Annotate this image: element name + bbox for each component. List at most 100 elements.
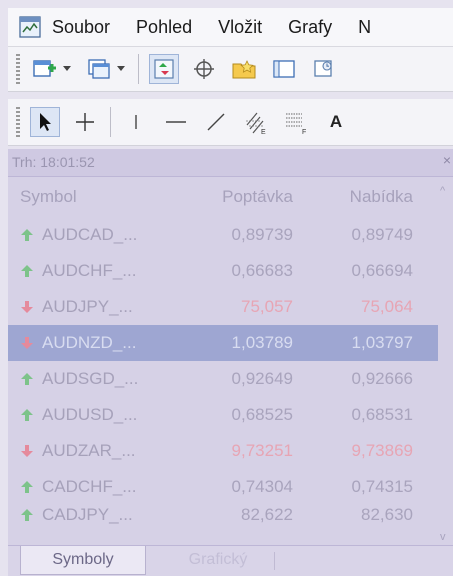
new-chart-icon[interactable] [30,54,60,84]
ask-value: 75,064 [361,297,413,316]
bid-value: 75,057 [241,297,293,316]
menu-more[interactable]: N [358,17,371,38]
ask-value: 0,89749 [351,225,413,244]
toolbar-separator [110,107,111,137]
arrow-up-icon [21,509,33,521]
tab-divider [274,552,275,570]
profiles-dropdown-icon[interactable] [116,66,126,72]
market-watch-icon[interactable] [149,54,179,84]
symbol-name: AUDZAR_... [42,441,136,460]
arrow-up-icon [21,229,33,241]
tab-tick-chart[interactable]: Grafický [158,546,278,574]
cursor-arrow-icon[interactable] [30,107,60,137]
symbol-name: AUDJPY_... [42,297,133,316]
navigator-folder-icon[interactable] [229,54,259,84]
column-header-ask[interactable]: Nabídka [293,187,413,207]
arrow-down-icon [21,337,33,349]
bid-value: 0,68525 [231,405,293,424]
svg-text:E: E [261,129,266,135]
new-chart-dropdown-icon[interactable] [62,66,72,72]
arrow-up-icon [21,481,33,493]
ask-value: 9,73869 [351,441,413,460]
toolbar-grip[interactable] [16,54,20,84]
crosshair-target-icon[interactable] [189,54,219,84]
terminal-window: Soubor Pohled Vložit Grafy N E F A Trh: … [0,0,453,576]
ask-value: 0,92666 [351,369,413,388]
horizontal-line-icon[interactable] [161,107,191,137]
arrow-up-icon [21,409,33,421]
tab-symbols[interactable]: Symboly [20,546,146,575]
toolbar-separator [138,54,139,84]
symbol-name: AUDCHF_... [42,261,137,280]
symbol-name: CADCHF_... [42,477,137,496]
menu-insert[interactable]: Vložit [218,17,262,38]
symbol-cell: AUDZAR_... [8,441,188,461]
symbol-name: AUDNZD_... [42,333,137,352]
symbol-name: AUDUSD_... [42,405,138,424]
vertical-line-icon[interactable] [121,107,151,137]
table-row[interactable]: AUDJPY_... 75,057 75,064 [8,289,438,325]
bid-value: 0,74304 [231,477,293,496]
crosshair-icon[interactable] [70,107,100,137]
symbol-name: AUDSGD_... [42,369,139,388]
table-body: AUDCAD_... 0,89739 0,89749 AUDCHF_... 0,6668… [8,217,438,505]
standard-toolbar [8,47,453,92]
bid-value: 9,73251 [231,441,293,460]
symbol-cell: CADJPY_... [8,505,188,525]
symbol-cell: AUDSGD_... [8,369,188,389]
table-row[interactable]: AUDCAD_... 0,89739 0,89749 [8,217,438,253]
ask-value: 82,630 [361,505,413,524]
table-row[interactable]: AUDCHF_... 0,66683 0,66694 [8,253,438,289]
menu-view[interactable]: Pohled [136,17,192,38]
table-row[interactable]: AUDZAR_... 9,73251 9,73869 [8,433,438,469]
table-row-partial[interactable]: CADJPY_... 82,622 82,630 [8,505,438,525]
strategy-tester-icon[interactable] [309,54,339,84]
symbol-name: CADJPY_... [42,505,133,524]
terminal-window-icon[interactable] [269,54,299,84]
ask-value: 1,03797 [351,333,413,352]
arrow-up-icon [21,265,33,277]
arrow-up-icon [21,373,33,385]
profiles-icon[interactable] [84,54,114,84]
bid-value: 0,89739 [231,225,293,244]
market-watch-panel: Trh: 18:01:52 × Symbol Poptávka Nabídka … [8,149,453,576]
market-watch-title: Trh: 18:01:52 [12,154,95,170]
ask-value: 0,66694 [351,261,413,280]
menu-charts[interactable]: Grafy [288,17,332,38]
symbol-name: AUDCAD_... [42,225,138,244]
table-row[interactable]: AUDUSD_... 0,68525 0,68531 [8,397,438,433]
vertical-scrollbar[interactable]: ^ v [438,177,453,549]
fibonacci-icon[interactable]: F [281,107,311,137]
symbols-table: Symbol Poptávka Nabídka AUDCAD_... 0,8973… [8,177,438,525]
symbol-cell: AUDNZD_... [8,333,188,353]
scroll-up-icon[interactable]: ^ [440,185,445,197]
text-tool-icon[interactable]: A [321,107,351,137]
bid-value: 0,66683 [231,261,293,280]
line-studies-toolbar: E F A [8,99,453,146]
trendline-icon[interactable] [201,107,231,137]
symbol-cell: AUDJPY_... [8,297,188,317]
symbol-cell: AUDCAD_... [8,225,188,245]
bid-value: 0,92649 [231,369,293,388]
arrow-down-icon [21,301,33,313]
symbol-cell: AUDUSD_... [8,405,188,425]
menu-file[interactable]: Soubor [52,17,110,38]
menu-bar: Soubor Pohled Vložit Grafy N [8,8,453,47]
app-icon[interactable] [18,15,42,39]
ask-value: 0,68531 [351,405,413,424]
equidistant-channel-icon[interactable]: E [241,107,271,137]
svg-text:F: F [302,129,306,135]
ask-value: 0,74315 [351,477,413,496]
table-header: Symbol Poptávka Nabídka [8,177,438,217]
scroll-down-icon[interactable]: v [440,531,446,543]
toolbar-grip[interactable] [16,107,20,137]
column-header-bid[interactable]: Poptávka [188,187,293,207]
table-row[interactable]: AUDSGD_... 0,92649 0,92666 [8,361,438,397]
table-row[interactable]: CADCHF_... 0,74304 0,74315 [8,469,438,505]
column-header-symbol[interactable]: Symbol [8,187,188,207]
table-row[interactable]: AUDNZD_... 1,03789 1,03797 [8,325,438,361]
bid-value: 82,622 [241,505,293,524]
close-icon[interactable]: × [443,152,451,168]
symbol-cell: CADCHF_... [8,477,188,497]
market-watch-title-bar: Trh: 18:01:52 × [8,149,453,177]
